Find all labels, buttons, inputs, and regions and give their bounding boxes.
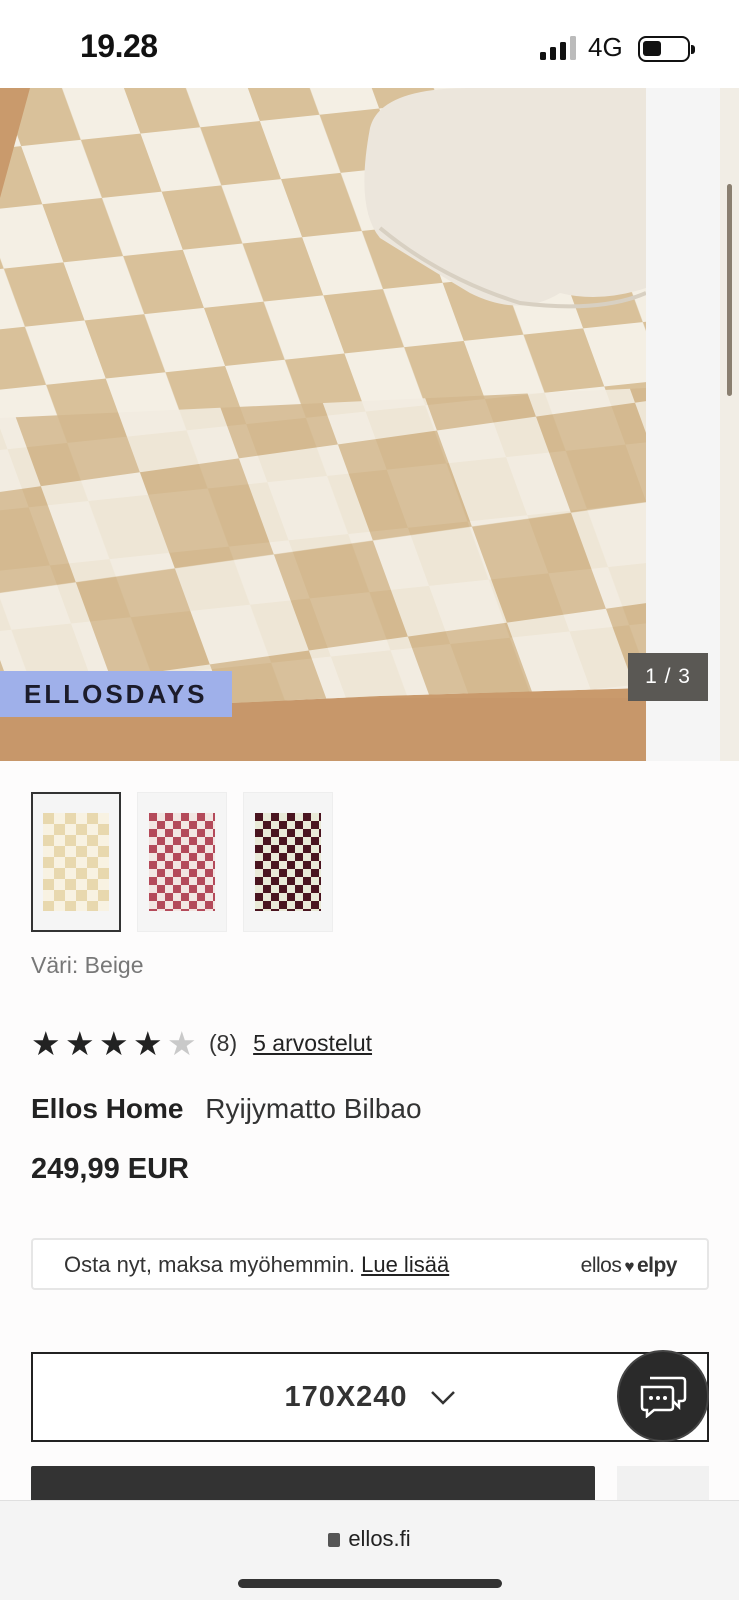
pay-later-text: Osta nyt, maksa myöhemmin. (64, 1252, 355, 1277)
browser-address-bar[interactable]: ellos.fi (0, 1500, 739, 1600)
thumbnail-burgundy[interactable] (243, 792, 333, 932)
status-bar: 19.28 4G (0, 0, 739, 88)
chat-button[interactable] (617, 1350, 709, 1442)
chat-icon (640, 1376, 687, 1418)
chevron-down-icon (430, 1391, 455, 1405)
product-name: Ryijymatto Bilbao (205, 1093, 422, 1124)
signal-icon (540, 36, 576, 60)
image-counter: 1 / 3 (628, 653, 708, 701)
product-gallery[interactable]: ELLOSDAYS 1 / 3 (0, 88, 739, 761)
battery-icon (638, 36, 695, 62)
status-time: 19.28 (80, 28, 158, 64)
lock-icon (328, 1533, 341, 1547)
size-value: 170X240 (284, 1380, 408, 1413)
product-brand: Ellos Home (31, 1093, 184, 1124)
rug-swatch-beige (43, 813, 109, 911)
pay-later-banner: Osta nyt, maksa myöhemmin. Lue lisää ell… (31, 1238, 709, 1290)
color-thumbnails (31, 792, 333, 932)
heart-icon: ♥ (624, 1257, 634, 1276)
rating-row: ★ ★ ★ ★ ★ (8) 5 arvostelut (31, 1027, 372, 1060)
product-image[interactable] (0, 88, 646, 761)
star-icon: ★ (99, 1025, 129, 1062)
star-icon: ★ (133, 1025, 163, 1062)
star-icon: ★ (31, 1025, 61, 1062)
url-text: ellos.fi (348, 1526, 411, 1551)
thumbnail-pink[interactable] (137, 792, 227, 932)
read-more-link[interactable]: Lue lisää (361, 1252, 449, 1277)
product-price: 249,99 EUR (31, 1153, 189, 1185)
reviews-link[interactable]: 5 arvostelut (253, 1030, 372, 1057)
star-icon: ★ (65, 1025, 95, 1062)
size-select[interactable]: 170X240 (31, 1352, 709, 1442)
color-label: Väri: Beige (31, 952, 144, 978)
ellos-elpy-logo: ellos ♥ elpy (580, 1254, 678, 1277)
promo-badge: ELLOSDAYS (0, 671, 232, 717)
rug-swatch-burgundy (255, 813, 321, 911)
product-title: Ellos Home Ryijymatto Bilbao (31, 1093, 422, 1125)
home-indicator (238, 1579, 502, 1588)
scroll-indicator (727, 184, 732, 396)
star-empty-icon: ★ (167, 1025, 197, 1062)
rug-swatch-pink (149, 813, 215, 911)
rating-count: (8) (209, 1030, 238, 1056)
network-label: 4G (588, 32, 623, 62)
thumbnail-beige[interactable] (31, 792, 121, 932)
